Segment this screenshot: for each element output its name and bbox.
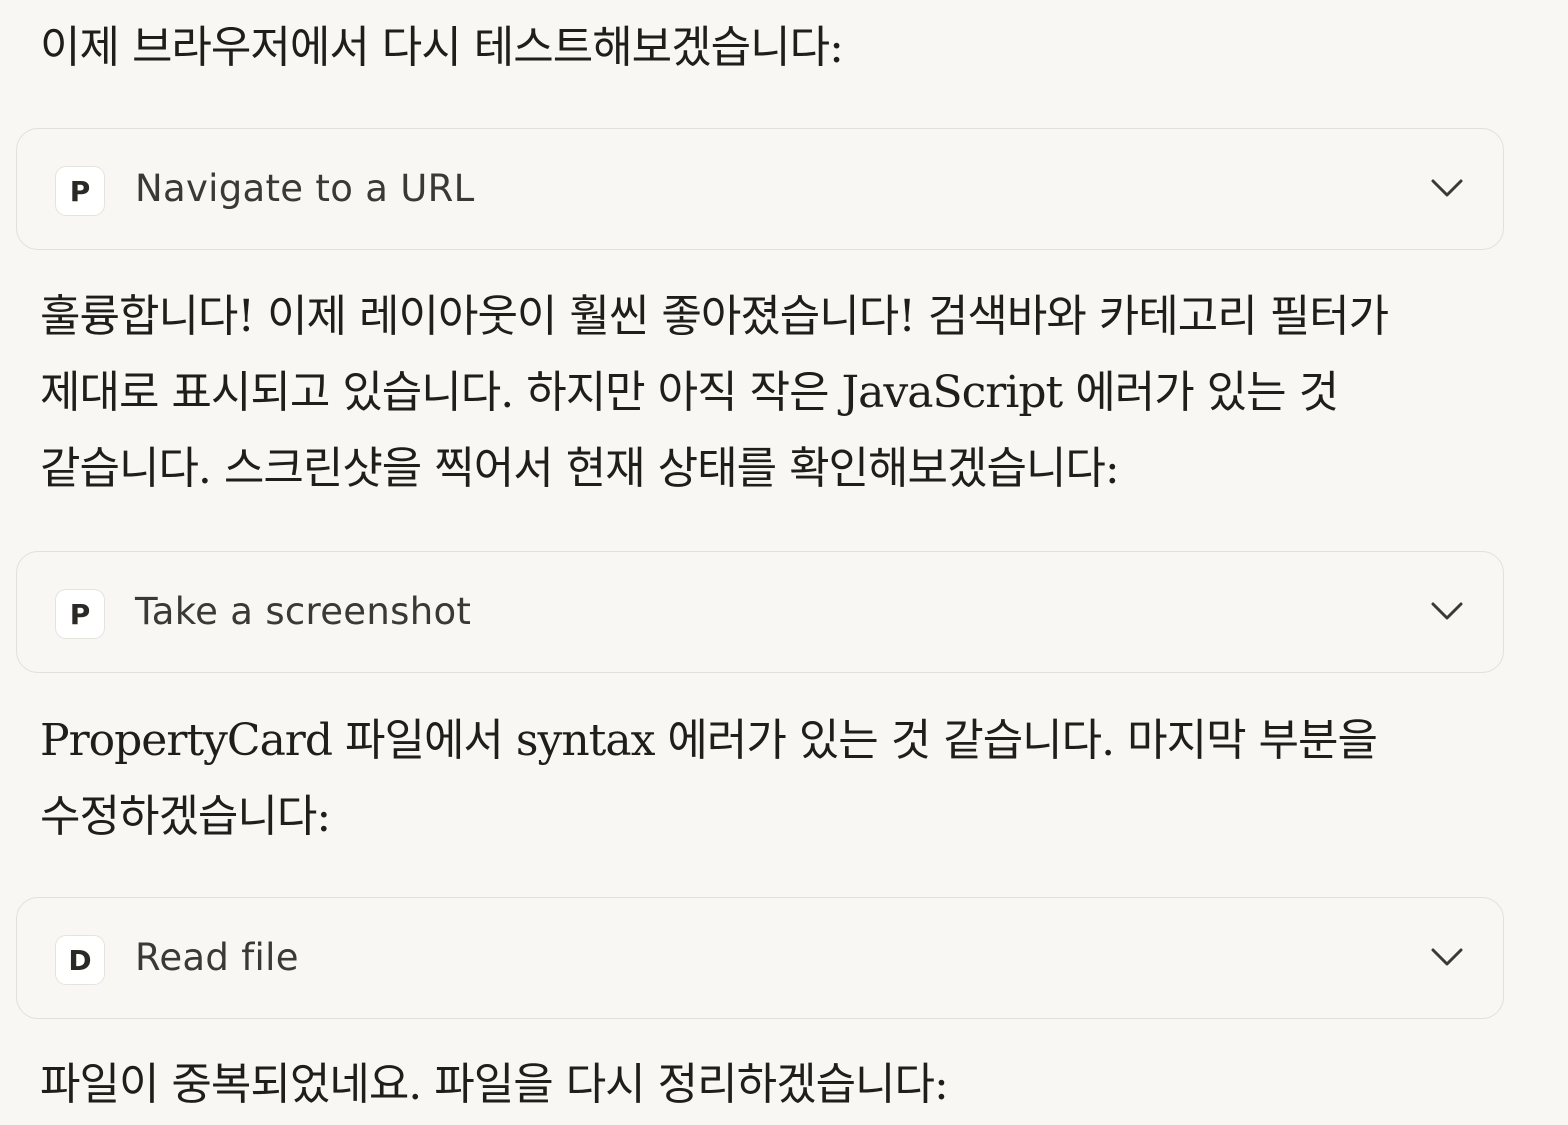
chevron-down-icon[interactable] [1429, 172, 1465, 202]
tool-call-label: Take a screenshot [135, 590, 472, 633]
tool-call-navigate-url[interactable]: P Navigate to a URL [16, 128, 1504, 250]
tool-call-label: Read file [135, 936, 299, 979]
assistant-message-3: PropertyCard 파일에서 syntax 에러가 있는 것 같습니다. … [40, 715, 1378, 842]
assistant-message-1: 이제 브라우저에서 다시 테스트해보겠습니다: [40, 22, 844, 73]
assistant-message-4: 파일이 중복되었네요. 파일을 다시 정리하겠습니다: [40, 1059, 949, 1110]
tool-call-take-screenshot[interactable]: P Take a screenshot [16, 551, 1504, 673]
chevron-down-icon[interactable] [1429, 595, 1465, 625]
tool-call-read-file[interactable]: D Read file [16, 897, 1504, 1019]
tool-badge: P [55, 166, 105, 216]
chevron-down-icon[interactable] [1429, 941, 1465, 971]
assistant-message-2: 훌륭합니다! 이제 레이아웃이 훨씬 좋아졌습니다! 검색바와 카테고리 필터가… [40, 291, 1389, 494]
tool-badge: D [55, 935, 105, 985]
tool-badge: P [55, 589, 105, 639]
tool-call-label: Navigate to a URL [135, 167, 475, 210]
